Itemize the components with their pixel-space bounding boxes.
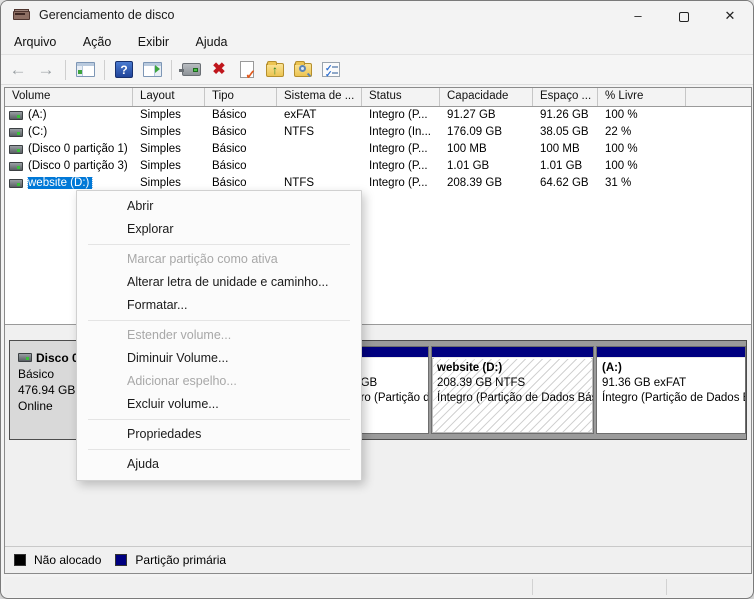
check-document-icon[interactable]: ✓ xyxy=(236,59,258,81)
menu-separator xyxy=(88,320,350,321)
app-disk-icon xyxy=(13,9,30,22)
legend-bar: Não alocado Partição primária xyxy=(5,546,751,573)
disk-management-window: Gerenciamento de disco – ✕ Arquivo Ação … xyxy=(0,0,754,599)
volume-icon xyxy=(9,161,23,171)
toolbar-separator xyxy=(171,59,172,80)
volume-icon xyxy=(9,127,23,137)
help-icon[interactable]: ? xyxy=(113,59,135,81)
column-header-tipo[interactable]: Tipo xyxy=(205,88,277,106)
scan-computer-icon[interactable] xyxy=(178,59,202,81)
table-row[interactable]: (C:) Simples Básico NTFS Íntegro (In... … xyxy=(5,125,751,142)
forward-icon[interactable]: → xyxy=(35,59,57,81)
maximize-icon xyxy=(679,11,689,22)
console-tree-icon[interactable] xyxy=(74,59,96,81)
legend-unallocated-label: Não alocado xyxy=(34,553,102,567)
legend-primary-label: Partição primária xyxy=(135,553,227,567)
title-bar[interactable]: Gerenciamento de disco – ✕ xyxy=(1,1,753,31)
menu-item-estender-volume: Estender volume... xyxy=(127,328,232,342)
menu-separator xyxy=(88,449,350,450)
menu-item-abrir[interactable]: Abrir xyxy=(77,195,361,218)
back-icon[interactable]: ← xyxy=(7,59,29,81)
toolbar-separator xyxy=(104,59,105,80)
menu-ajuda[interactable]: Ajuda xyxy=(185,31,239,53)
menu-item-diminuir-volume[interactable]: Diminuir Volume... xyxy=(77,347,361,370)
menu-acao[interactable]: Ação xyxy=(72,31,123,53)
table-row[interactable]: (A:) Simples Básico exFAT Íntegro (P... … xyxy=(5,108,751,125)
unallocated-swatch xyxy=(14,554,26,566)
action-pane-icon[interactable] xyxy=(141,59,163,81)
menu-item-ajuda[interactable]: Ajuda xyxy=(77,453,361,476)
task-list-icon[interactable]: ✓ ✓ xyxy=(320,59,342,81)
volume-icon xyxy=(9,144,23,154)
selected-volume-label: website (D:) xyxy=(26,177,94,189)
disk-icon xyxy=(18,353,32,363)
volume-list-header: Volume Layout Tipo Sistema de ... Status… xyxy=(5,88,751,107)
maximize-button[interactable] xyxy=(661,1,707,31)
minimize-button[interactable]: – xyxy=(615,1,661,31)
column-header-livre[interactable]: % Livre xyxy=(598,88,686,106)
volume-icon xyxy=(9,178,23,188)
toolbar: ← → ? ✖ ✓ ↑ ✓ ✓ xyxy=(1,55,753,85)
window-title: Gerenciamento de disco xyxy=(39,8,175,22)
menu-item-propriedades[interactable]: Propriedades xyxy=(77,423,361,446)
menu-item-alterar-letra[interactable]: Alterar letra de unidade e caminho... xyxy=(77,271,361,294)
context-menu: Abrir Explorar Marcar partição como ativ… xyxy=(76,190,362,481)
menu-bar: Arquivo Ação Exibir Ajuda xyxy=(1,31,753,55)
column-header-capacidade[interactable]: Capacidade xyxy=(440,88,533,106)
delete-icon[interactable]: ✖ xyxy=(208,59,230,81)
folder-up-icon[interactable]: ↑ xyxy=(264,59,286,81)
column-header-sistema[interactable]: Sistema de ... xyxy=(277,88,362,106)
primary-partition-swatch xyxy=(115,554,128,566)
column-header-layout[interactable]: Layout xyxy=(133,88,205,106)
column-header-status[interactable]: Status xyxy=(362,88,440,106)
menu-exibir[interactable]: Exibir xyxy=(127,31,180,53)
partition-website-d[interactable]: website (D:) 208.39 GB NTFS Íntegro (Parti… xyxy=(431,346,594,434)
table-row[interactable]: (Disco 0 partição 1) Simples Básico Ínte… xyxy=(5,142,751,159)
column-header-volume[interactable]: Volume xyxy=(5,88,133,106)
menu-separator xyxy=(88,419,350,420)
column-header-empty[interactable] xyxy=(686,88,751,106)
menu-item-adicionar-espelho: Adicionar espelho... xyxy=(127,374,237,388)
status-bar xyxy=(4,577,752,597)
menu-item-excluir-volume[interactable]: Excluir volume... xyxy=(77,393,361,416)
table-row[interactable]: (Disco 0 partição 3) Simples Básico Ínte… xyxy=(5,159,751,176)
close-button[interactable]: ✕ xyxy=(707,1,753,31)
menu-item-formatar[interactable]: Formatar... xyxy=(77,294,361,317)
menu-item-explorar[interactable]: Explorar xyxy=(77,218,361,241)
menu-item-marcar-particao: Marcar partição como ativa xyxy=(127,252,278,266)
toolbar-separator xyxy=(65,59,66,80)
primary-partition-band xyxy=(597,347,745,358)
column-header-espaco[interactable]: Espaço ... xyxy=(533,88,598,106)
menu-separator xyxy=(88,244,350,245)
volume-icon xyxy=(9,110,23,120)
folder-search-icon[interactable] xyxy=(292,59,314,81)
primary-partition-band xyxy=(432,347,593,358)
menu-arquivo[interactable]: Arquivo xyxy=(3,31,67,53)
partition-a[interactable]: (A:) 91.36 GB exFAT Íntegro (Partição de D… xyxy=(596,346,746,434)
